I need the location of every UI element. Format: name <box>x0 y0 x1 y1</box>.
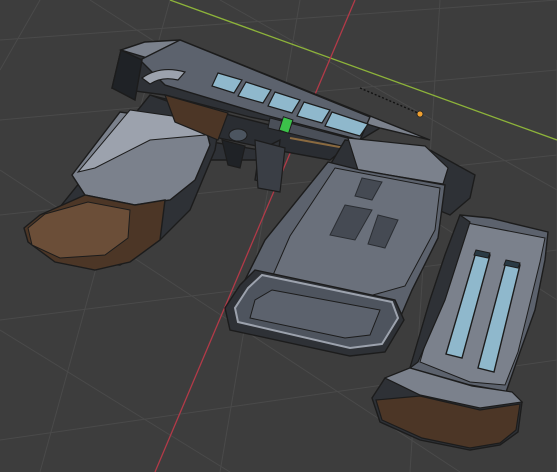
trigger-guard-front <box>254 139 286 193</box>
3d-viewport[interactable] <box>0 0 557 472</box>
viewport-canvas[interactable] <box>0 0 557 472</box>
origin-point <box>416 110 424 118</box>
trigger <box>221 139 246 169</box>
rear-block <box>111 48 143 102</box>
selection-dash-line <box>359 87 419 114</box>
trigger-pin <box>228 128 248 142</box>
